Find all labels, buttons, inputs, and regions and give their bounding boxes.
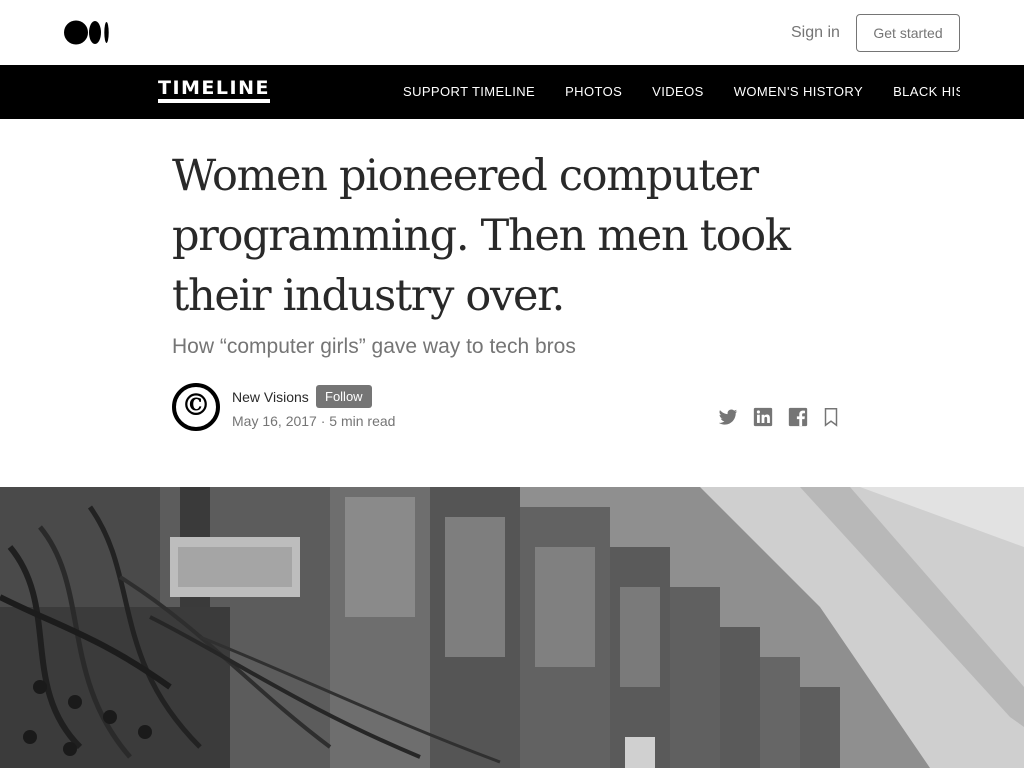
nav-item-womens-history[interactable]: WOMEN'S HISTORY	[734, 65, 863, 119]
article-title: Women pioneered computer programming. Th…	[172, 151, 791, 321]
meta-separator: ·	[320, 413, 326, 429]
nav-item-videos[interactable]: VIDEOS	[652, 65, 704, 119]
nav-item-photos[interactable]: PHOTOS	[565, 65, 622, 119]
twitter-icon[interactable]	[717, 406, 739, 428]
avatar-glyph: ©	[181, 388, 211, 423]
read-time: 5 min read	[329, 413, 396, 429]
publication-nav: TIMELINE SUPPORT TIMELINE PHOTOS VIDEOS WOM…	[0, 65, 1024, 119]
hero-photo-illustration	[0, 487, 1024, 768]
publication-name-underline	[158, 99, 270, 103]
nav-item-support-timeline[interactable]: SUPPORT TIMELINE	[403, 65, 535, 119]
hero-image	[0, 487, 1024, 768]
author-avatar[interactable]: ©	[172, 383, 220, 431]
article-subtitle: How “computer girls” gave way to tech br…	[172, 335, 576, 358]
author-name[interactable]: New Visions	[232, 389, 309, 405]
sign-in-link[interactable]: Sign in	[791, 24, 840, 42]
bookmark-icon[interactable]	[820, 406, 842, 428]
get-started-button[interactable]: Get started	[856, 14, 960, 52]
nav-item-black-history[interactable]: BLACK HISTORY	[893, 65, 960, 119]
publication-nav-items: SUPPORT TIMELINE PHOTOS VIDEOS WOMEN'S HIST…	[403, 65, 960, 119]
facebook-icon[interactable]	[787, 406, 809, 428]
publish-date[interactable]: May 16, 2017	[232, 413, 317, 429]
linkedin-icon[interactable]	[752, 406, 774, 428]
article-meta: May 16, 2017 · 5 min read	[232, 413, 395, 429]
follow-button[interactable]: Follow	[316, 385, 372, 408]
publication-name[interactable]: TIMELINE	[158, 77, 270, 99]
top-bar: Sign in Get started	[0, 0, 1024, 65]
medium-logo-icon[interactable]	[64, 20, 110, 45]
